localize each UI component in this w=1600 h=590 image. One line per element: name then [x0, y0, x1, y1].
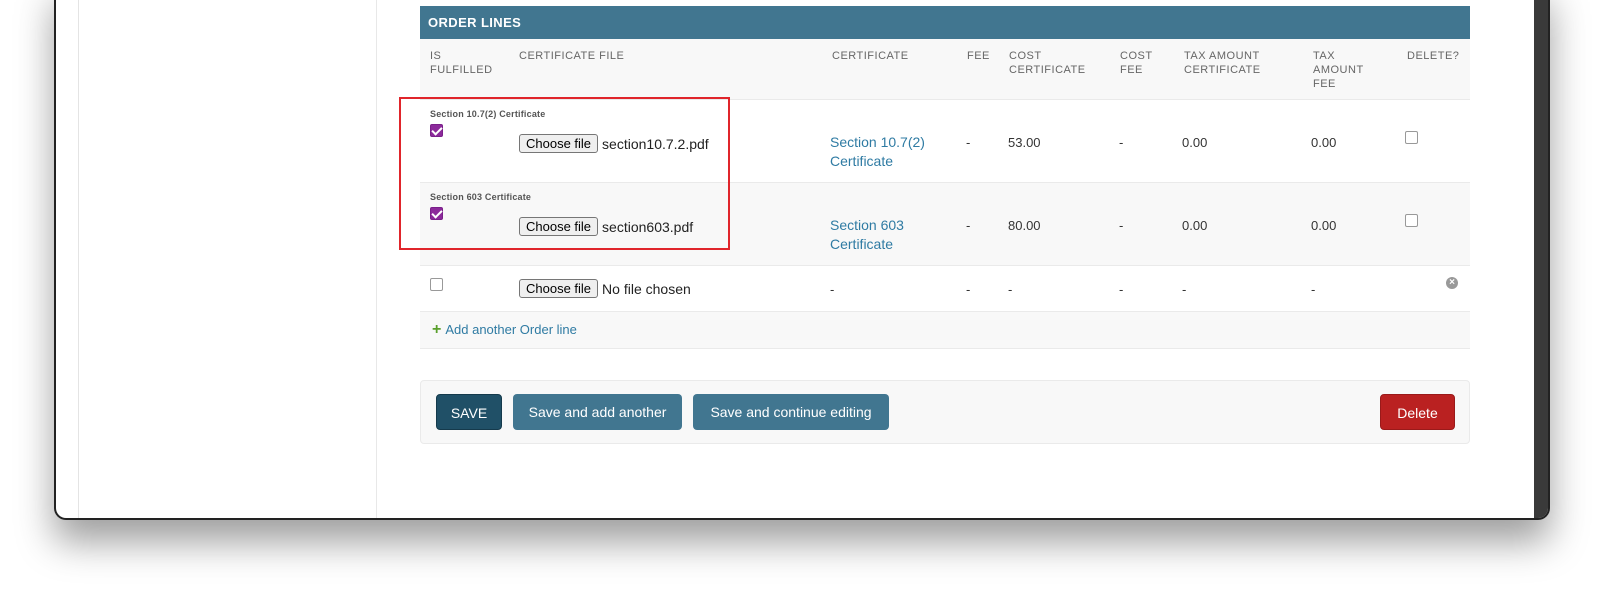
add-another-order-line-link[interactable]: Add another Order line	[445, 322, 577, 337]
col-header-tax-amount-certificate: TAX AMOUNT CERTIFICATE	[1174, 39, 1303, 100]
table-row: Section 603 Certificate Choose file secti…	[420, 182, 1470, 266]
col-header-certificate: CERTIFICATE	[822, 39, 957, 100]
order-lines-table: IS FULFILLED CERTIFICATE FILE CERTIFICAT…	[420, 39, 1470, 312]
order-lines-inline: ORDER LINES IS FULFILLED CERTIFICATE FIL…	[420, 6, 1470, 349]
fee-value: -	[966, 135, 971, 150]
add-row: + Add another Order line	[420, 312, 1470, 349]
certificate-link[interactable]: Section 10.7(2) Certificate	[830, 134, 925, 169]
file-name: section603.pdf	[602, 218, 694, 235]
fee-value: -	[966, 282, 971, 297]
tax-amount-certificate-value: 0.00	[1182, 218, 1208, 233]
cost-fee-value: -	[1119, 282, 1124, 297]
col-header-fee: FEE	[957, 39, 999, 100]
table-header-row: IS FULFILLED CERTIFICATE FILE CERTIFICAT…	[420, 39, 1470, 100]
cost-certificate-value: -	[1008, 282, 1013, 297]
nav-divider	[376, 0, 377, 518]
col-header-is-fulfilled: IS FULFILLED	[420, 39, 509, 100]
choose-file-button[interactable]: Choose file	[519, 134, 599, 153]
fee-value: -	[966, 218, 971, 233]
table-row-empty: Choose file No file chosen - - - - - - ×	[420, 265, 1470, 312]
choose-file-button[interactable]: Choose file	[519, 279, 599, 298]
is-fulfilled-checkbox[interactable]	[430, 207, 443, 220]
plus-icon[interactable]: +	[432, 321, 441, 338]
submit-row: SAVE Save and add another Save and conti…	[420, 380, 1470, 444]
row-label: Section 10.7(2) Certificate	[430, 109, 546, 119]
file-name: section10.7.2.pdf	[602, 135, 709, 152]
col-header-delete: DELETE?	[1397, 39, 1470, 100]
choose-file-button[interactable]: Choose file	[519, 217, 599, 236]
cost-fee-value: -	[1119, 218, 1124, 233]
tax-amount-fee-value: 0.00	[1311, 135, 1337, 150]
file-name: No file chosen	[602, 280, 691, 297]
tax-amount-certificate-value: 0.00	[1182, 135, 1208, 150]
remove-circle-icon[interactable]: ×	[1446, 277, 1458, 289]
is-fulfilled-checkbox[interactable]	[430, 124, 443, 137]
cost-fee-value: -	[1119, 135, 1124, 150]
cost-certificate-value: 53.00	[1008, 135, 1041, 150]
sidebar-divider	[78, 0, 79, 518]
tax-amount-certificate-value: -	[1182, 282, 1187, 297]
delete-checkbox[interactable]	[1405, 214, 1418, 227]
col-header-cost-certificate: COST CERTIFICATE	[999, 39, 1110, 100]
table-row: Section 10.7(2) Certificate Choose file s…	[420, 99, 1470, 183]
col-header-cost-fee: COST FEE	[1110, 39, 1174, 100]
tax-amount-fee-value: 0.00	[1311, 218, 1337, 233]
save-and-continue-editing-button[interactable]: Save and continue editing	[693, 394, 889, 430]
is-fulfilled-checkbox[interactable]	[430, 278, 443, 291]
col-header-certificate-file: CERTIFICATE FILE	[509, 39, 822, 100]
browser-window: ORDER LINES IS FULFILLED CERTIFICATE FIL…	[54, 0, 1550, 520]
certificate-link[interactable]: Section 603 Certificate	[830, 217, 904, 252]
certificate-value: -	[830, 282, 835, 297]
cost-certificate-value: 80.00	[1008, 218, 1041, 233]
save-and-add-another-button[interactable]: Save and add another	[513, 394, 682, 430]
tax-amount-fee-value: -	[1311, 282, 1316, 297]
inline-group-title: ORDER LINES	[420, 6, 1470, 39]
delete-checkbox[interactable]	[1405, 131, 1418, 144]
save-button[interactable]: SAVE	[436, 394, 502, 430]
col-header-tax-amount-fee: TAX AMOUNT FEE	[1303, 39, 1397, 100]
delete-button[interactable]: Delete	[1380, 394, 1455, 430]
row-label: Section 603 Certificate	[430, 192, 532, 202]
window-edge	[1534, 0, 1548, 518]
